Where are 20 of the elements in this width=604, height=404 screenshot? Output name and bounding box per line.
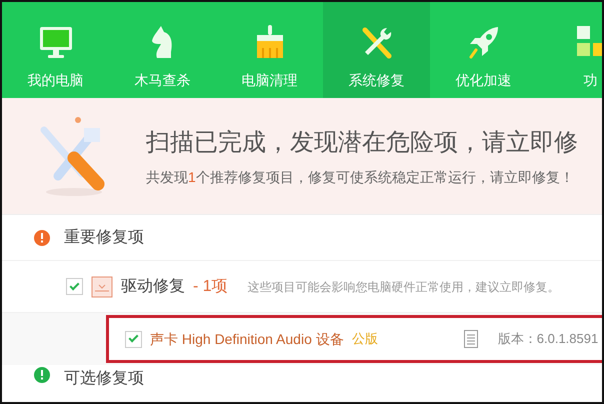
- nav-tab[interactable]: 木马查杀: [109, 2, 216, 98]
- nav-tab[interactable]: 功: [537, 2, 602, 98]
- banner-title: 扫描已完成，发现潜在危险项，请立即修: [146, 128, 578, 158]
- banner-subtitle: 共发现1个推荐修复项目，修复可使系统稳定正常运行，请立即修复！: [146, 168, 575, 186]
- nav-tab[interactable]: 电脑清理: [216, 2, 323, 98]
- document-icon[interactable]: [464, 330, 478, 348]
- checkbox[interactable]: [125, 330, 142, 348]
- item-name: 声卡 High Definition Audio 设备: [150, 330, 344, 349]
- nav-tab[interactable]: 系统修复: [323, 2, 430, 98]
- driver-icon: [91, 276, 113, 298]
- section-title: 重要修复项: [64, 228, 144, 248]
- item-tag: 公版: [352, 329, 378, 349]
- group-count: - 1项: [193, 276, 228, 296]
- group-title: 驱动修复: [121, 276, 185, 296]
- checkbox[interactable]: [66, 278, 83, 295]
- group-description: 这些项目可能会影响您电脑硬件正常使用，建议立即修复。: [248, 278, 560, 296]
- section-title: 可选修复项: [64, 368, 144, 389]
- item-version: 版本：6.0.1.8591: [498, 330, 598, 348]
- nav-tab[interactable]: 我的电脑: [2, 2, 109, 98]
- nav-tab[interactable]: 优化加速: [430, 2, 537, 98]
